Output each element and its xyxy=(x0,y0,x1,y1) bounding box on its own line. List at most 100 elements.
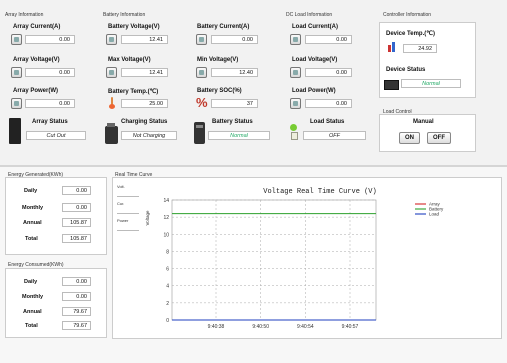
gen-total-label: Total xyxy=(25,236,38,242)
chart-title: Voltage Real Time Curve (V) xyxy=(263,188,376,196)
battery-voltage-label: Battery Voltage(V) xyxy=(108,24,160,30)
array-status-value: Cut Out xyxy=(26,131,86,140)
max-voltage-label: Max Voltage(V) xyxy=(108,57,151,63)
x-tick-label: 9:40:38 xyxy=(208,324,225,330)
load-voltage-icon xyxy=(290,67,301,78)
gen-monthly-value: 0.00 xyxy=(62,203,91,212)
battery-temp-value: 25.00 xyxy=(121,99,168,108)
charging-status-label: Charging Status xyxy=(121,119,168,125)
gen-daily-label: Daily xyxy=(24,188,38,194)
lightbulb-icon xyxy=(289,124,298,142)
load-current-icon xyxy=(290,34,301,45)
load-on-button[interactable]: ON xyxy=(399,132,420,144)
con-monthly-value: 0.00 xyxy=(62,292,91,301)
legend-label-load: Load xyxy=(429,212,440,217)
power-curve-button[interactable]: Power xyxy=(117,218,141,231)
chart-grid xyxy=(171,199,377,321)
battery-status-label: Battery Status xyxy=(212,119,253,125)
percent-icon: % xyxy=(196,95,208,110)
device-temp-label: Device Temp.(℃) xyxy=(386,31,435,37)
charging-icon xyxy=(105,123,118,144)
con-monthly-label: Monthly xyxy=(22,294,44,300)
battery-soc-value: 37 xyxy=(211,99,258,108)
load-current-label: Load Current(A) xyxy=(292,24,338,30)
device-status-value: Normal xyxy=(401,79,461,88)
gen-daily-value: 0.00 xyxy=(62,186,91,195)
y-tick-label: 8 xyxy=(166,249,169,255)
array-group-title: Array Information xyxy=(5,12,44,18)
con-daily-label: Daily xyxy=(24,279,38,285)
load-off-button[interactable]: OFF xyxy=(427,132,451,144)
gen-total-value: 105.87 xyxy=(62,234,91,243)
y-tick-label: 2 xyxy=(166,301,169,307)
y-tick-label: 6 xyxy=(166,267,169,273)
battery-status-value: Normal xyxy=(208,131,270,140)
battery-voltage-icon xyxy=(106,34,117,45)
y-tick-label: 4 xyxy=(166,284,169,290)
device-status-icon xyxy=(384,80,399,90)
con-total-value: 79.67 xyxy=(62,321,91,330)
x-tick-label: 9:40:54 xyxy=(297,324,314,330)
array-current-icon xyxy=(11,34,22,45)
con-total-label: Total xyxy=(25,323,38,329)
chart-y-axis-label: Voltage xyxy=(145,210,150,226)
array-power-icon xyxy=(11,98,22,109)
load-voltage-label: Load Voltage(V) xyxy=(292,57,338,63)
controller-group-title: Controller Information xyxy=(383,12,432,18)
load-current-value: 0.00 xyxy=(305,35,352,44)
device-status-label: Device Status xyxy=(386,67,426,73)
max-voltage-value: 12.41 xyxy=(121,68,168,77)
battery-current-value: 0.00 xyxy=(211,35,258,44)
chart-legend: ArrayBatteryLoad xyxy=(415,202,444,217)
thermometer-icon xyxy=(108,97,116,109)
array-voltage-icon xyxy=(11,67,22,78)
y-tick-label: 14 xyxy=(163,198,169,204)
x-tick-label: 9:40:50 xyxy=(252,324,269,330)
energy-consumed-panel xyxy=(5,268,107,338)
y-tick-label: 10 xyxy=(163,232,169,238)
min-voltage-label: Min Voltage(V) xyxy=(197,57,239,63)
device-temp-value: 24.92 xyxy=(403,44,437,53)
battery-current-label: Battery Current(A) xyxy=(197,24,250,30)
load-power-label: Load Power(W) xyxy=(292,88,336,94)
con-daily-value: 0.00 xyxy=(62,277,91,286)
y-tick-label: 12 xyxy=(163,215,169,221)
battery-group-title: Battery Information xyxy=(103,12,146,18)
load-control-mode: Manual xyxy=(413,119,434,125)
array-power-label: Array Power(W) xyxy=(13,88,59,94)
plot-area xyxy=(171,199,377,321)
load-power-icon xyxy=(290,98,301,109)
voltage-chart: 024681012149:40:38 9:40:50 9:40:54 9:40:57 … xyxy=(145,188,444,330)
x-tick-label: 9:40:57 xyxy=(342,324,359,330)
load-status-value: OFF xyxy=(303,131,366,140)
array-current-value: 0.00 xyxy=(25,35,75,44)
load-status-label: Load Status xyxy=(310,119,345,125)
device-temp-icon xyxy=(388,42,398,52)
battery-voltage-value: 12.41 xyxy=(121,35,168,44)
con-annual-label: Annual xyxy=(23,309,42,315)
min-voltage-value: 12.40 xyxy=(211,68,258,77)
max-voltage-icon xyxy=(106,67,117,78)
array-status-label: Array Status xyxy=(32,119,68,125)
array-voltage-label: Array Voltage(V) xyxy=(13,57,60,63)
array-voltage-value: 0.00 xyxy=(25,68,75,77)
load-group-title: DC Load Information xyxy=(286,12,333,18)
y-tick-label: 0 xyxy=(166,318,169,324)
gen-annual-value: 105.87 xyxy=(62,218,91,227)
con-annual-value: 79.67 xyxy=(62,307,91,316)
min-voltage-icon xyxy=(196,67,207,78)
load-power-value: 0.00 xyxy=(305,99,352,108)
current-curve-button[interactable]: Cur. xyxy=(117,201,141,214)
array-status-icon xyxy=(9,118,21,144)
battery-status-icon xyxy=(194,122,205,144)
load-voltage-value: 0.00 xyxy=(305,68,352,77)
energy-generated-panel xyxy=(5,177,107,255)
array-current-label: Array Current(A) xyxy=(13,24,61,30)
gen-annual-label: Annual xyxy=(23,220,42,226)
battery-soc-label: Battery SOC(%) xyxy=(197,88,242,94)
battery-current-icon xyxy=(196,34,207,45)
charging-status-value: Not Charging xyxy=(121,131,177,140)
gen-monthly-label: Monthly xyxy=(22,205,44,211)
volt-curve-button[interactable]: Volt. xyxy=(117,184,141,197)
array-power-value: 0.00 xyxy=(25,99,75,108)
